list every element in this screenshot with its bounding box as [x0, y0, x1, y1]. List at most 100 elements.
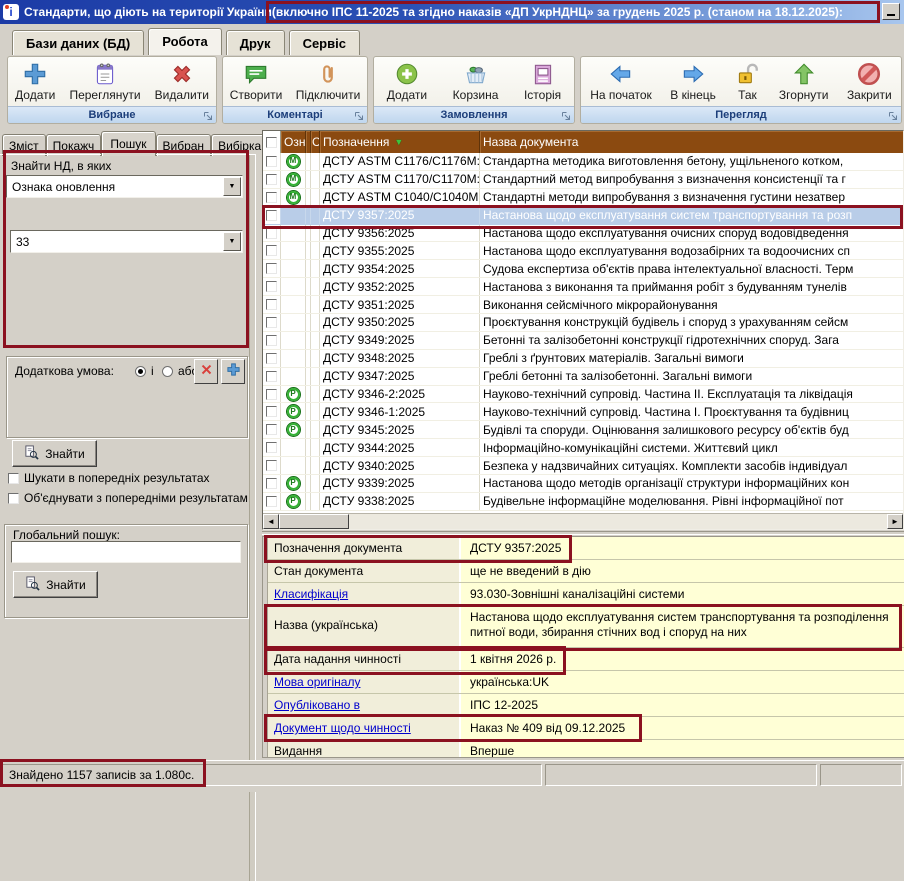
basket-button[interactable]: Корзина	[450, 60, 502, 103]
cell-designation[interactable]: ДСТУ 9338:2025	[320, 493, 480, 510]
close-button[interactable]: Закрити	[844, 60, 895, 103]
row-checkbox[interactable]	[263, 386, 281, 403]
cell-designation[interactable]: ДСТУ ASTM C1040/C1040M:2025 (А	[320, 189, 480, 206]
table-row[interactable]: ДСТУ 9340:2025Безпека у надзвичайних сит…	[263, 457, 903, 475]
sidebar-tab-zmist[interactable]: Зміст	[2, 134, 46, 156]
row-checkbox[interactable]	[263, 493, 281, 510]
table-row[interactable]: ДСТУ 9350:2025Проєктування конструкцій б…	[263, 314, 903, 332]
radio-or-icon[interactable]	[162, 366, 173, 377]
cell-name[interactable]: Греблі бетонні та залізобетонні. Загальн…	[480, 368, 903, 385]
yes-lock-button[interactable]: Так	[731, 60, 763, 103]
cell-designation[interactable]: ДСТУ 9349:2025	[320, 332, 480, 349]
ribbon-tab-databases[interactable]: Бази даних (БД)	[12, 30, 144, 55]
row-checkbox[interactable]	[263, 368, 281, 385]
add-order-button[interactable]: Додати	[384, 60, 430, 103]
find-button[interactable]: Знайти	[12, 440, 97, 467]
cell-name[interactable]: Настанова щодо експлуатування водозабірн…	[480, 242, 903, 259]
radio-and-icon[interactable]	[135, 366, 146, 377]
row-checkbox[interactable]	[263, 242, 281, 259]
global-search-input[interactable]	[11, 541, 241, 563]
row-checkbox[interactable]	[263, 475, 281, 492]
cell-name[interactable]: Настанова щодо методів організації струк…	[480, 475, 903, 492]
cell-name[interactable]: Виконання сейсмічного мікрорайонування	[480, 296, 903, 313]
search-field-combo[interactable]: Ознака оновлення ▼	[6, 175, 243, 198]
cell-designation[interactable]: ДСТУ 9345:2025	[320, 421, 480, 438]
checkbox-merge-previous[interactable]: Об'єднувати з попередніми результатам	[8, 491, 258, 505]
row-checkbox[interactable]	[263, 403, 281, 420]
view-favorite-button[interactable]: Переглянути	[66, 60, 143, 103]
column-header-c[interactable]: С	[311, 131, 320, 153]
table-row[interactable]: МДСТУ ASTM C1170/C1170M:2025 (АСтандартн…	[263, 171, 903, 189]
minimize-button[interactable]	[882, 3, 900, 20]
remove-condition-button[interactable]	[194, 359, 218, 384]
cell-name[interactable]: Будівельне інформаційне моделювання. Рів…	[480, 493, 903, 510]
cell-designation[interactable]: ДСТУ 9350:2025	[320, 314, 480, 331]
cell-name[interactable]: Науково-технічний супровід. Частина ІІ. …	[480, 386, 903, 403]
table-row[interactable]: РДСТУ 9346-2:2025Науково-технічний супро…	[263, 386, 903, 404]
scrollbar-thumb[interactable]	[279, 514, 349, 529]
cell-name[interactable]: Греблі з ґрунтових матеріалів. Загальні …	[480, 350, 903, 367]
cell-designation[interactable]: ДСТУ 9339:2025	[320, 475, 480, 492]
cell-name[interactable]: Будівлі та споруди. Оцінювання залишково…	[480, 421, 903, 438]
validity-document-link[interactable]: Документ щодо чинності	[274, 721, 411, 735]
chevron-down-icon[interactable]: ▼	[223, 232, 241, 251]
horizontal-scrollbar[interactable]: ◄ ►	[263, 513, 903, 529]
row-checkbox[interactable]	[263, 457, 281, 474]
cell-designation[interactable]: ДСТУ 9340:2025	[320, 457, 480, 474]
attach-comment-button[interactable]: Підключити	[293, 60, 364, 103]
cell-name[interactable]: Бетонні та залізобетонні конструкції гід…	[480, 332, 903, 349]
column-header-designation[interactable]: Позначення▼	[320, 131, 480, 153]
table-row[interactable]: РДСТУ 9345:2025Будівлі та споруди. Оціню…	[263, 421, 903, 439]
table-row[interactable]: МДСТУ ASTM C1176/C1176M:2025 (АСтандартн…	[263, 153, 903, 171]
cell-designation[interactable]: ДСТУ ASTM C1176/C1176M:2025 (А	[320, 153, 480, 170]
cell-designation[interactable]: ДСТУ 9346-2:2025	[320, 386, 480, 403]
table-row[interactable]: РДСТУ 9338:2025Будівельне інформаційне м…	[263, 493, 903, 511]
sidebar-tab-poshuk[interactable]: Пошук	[101, 131, 155, 156]
cell-designation[interactable]: ДСТУ 9355:2025	[320, 242, 480, 259]
cell-designation[interactable]: ДСТУ 9344:2025	[320, 439, 480, 456]
table-row[interactable]: ДСТУ 9352:2025Настанова з виконання та п…	[263, 278, 903, 296]
table-row[interactable]: ДСТУ 9356:2025Настанова щодо експлуатува…	[263, 225, 903, 243]
published-in-link[interactable]: Опубліковано в	[274, 698, 360, 712]
create-comment-button[interactable]: Створити	[227, 60, 286, 103]
table-row[interactable]: ДСТУ 9355:2025Настанова щодо експлуатува…	[263, 242, 903, 260]
sidebar-tab-vybirka[interactable]: Вибірка	[211, 134, 268, 156]
column-header-name[interactable]: Назва документа	[480, 131, 903, 153]
ribbon-tab-work[interactable]: Робота	[148, 28, 222, 55]
cell-name[interactable]: Стандартний метод випробування з визначе…	[480, 171, 903, 188]
table-row[interactable]: РДСТУ 9346-1:2025Науково-технічний супро…	[263, 403, 903, 421]
history-button[interactable]: Історія	[521, 60, 564, 103]
row-checkbox[interactable]	[263, 314, 281, 331]
cell-name[interactable]: Настанова щодо експлуатування систем тра…	[480, 207, 903, 224]
table-row[interactable]: ДСТУ 9344:2025Інформаційно-комунікаційні…	[263, 439, 903, 457]
row-checkbox[interactable]	[263, 350, 281, 367]
dialog-launcher-icon[interactable]	[354, 110, 364, 124]
select-all-checkbox[interactable]	[263, 131, 281, 153]
delete-favorite-button[interactable]: Видалити	[152, 60, 212, 103]
row-checkbox[interactable]	[263, 189, 281, 206]
collapse-button[interactable]: Згорнути	[776, 60, 832, 103]
cell-name[interactable]: Судова експертиза об'єктів права інтелек…	[480, 260, 903, 277]
row-checkbox[interactable]	[263, 439, 281, 456]
table-row[interactable]: ДСТУ 9349:2025Бетонні та залізобетонні к…	[263, 332, 903, 350]
ribbon-tab-print[interactable]: Друк	[226, 30, 285, 55]
go-start-button[interactable]: На початок	[587, 60, 655, 103]
row-checkbox[interactable]	[263, 296, 281, 313]
table-row[interactable]: МДСТУ ASTM C1040/C1040M:2025 (АСтандартн…	[263, 189, 903, 207]
cell-designation[interactable]: ДСТУ 9357:2025	[320, 207, 480, 224]
table-row[interactable]: ДСТУ 9351:2025Виконання сейсмічного мікр…	[263, 296, 903, 314]
search-value-combo[interactable]: 33 ▼	[10, 230, 243, 253]
column-header-ozn[interactable]: Озн	[281, 131, 306, 153]
cell-name[interactable]: Стандартні методи випробування з визначе…	[480, 189, 903, 206]
row-checkbox[interactable]	[263, 260, 281, 277]
add-condition-button[interactable]	[221, 359, 245, 384]
scroll-right-icon[interactable]: ►	[887, 514, 903, 529]
go-end-button[interactable]: В кінець	[667, 60, 719, 103]
table-row[interactable]: ДСТУ 9354:2025Судова експертиза об'єктів…	[263, 260, 903, 278]
checkbox-search-previous[interactable]: Шукати в попередніх результатах	[8, 471, 258, 485]
sidebar-tab-vybran[interactable]: Вибран	[156, 134, 212, 156]
table-details-splitter[interactable]	[262, 531, 904, 535]
checkbox-icon[interactable]	[8, 473, 19, 484]
table-row[interactable]: РДСТУ 9339:2025Настанова щодо методів ор…	[263, 475, 903, 493]
cell-name[interactable]: Настанова щодо експлуатування очисних сп…	[480, 225, 903, 242]
